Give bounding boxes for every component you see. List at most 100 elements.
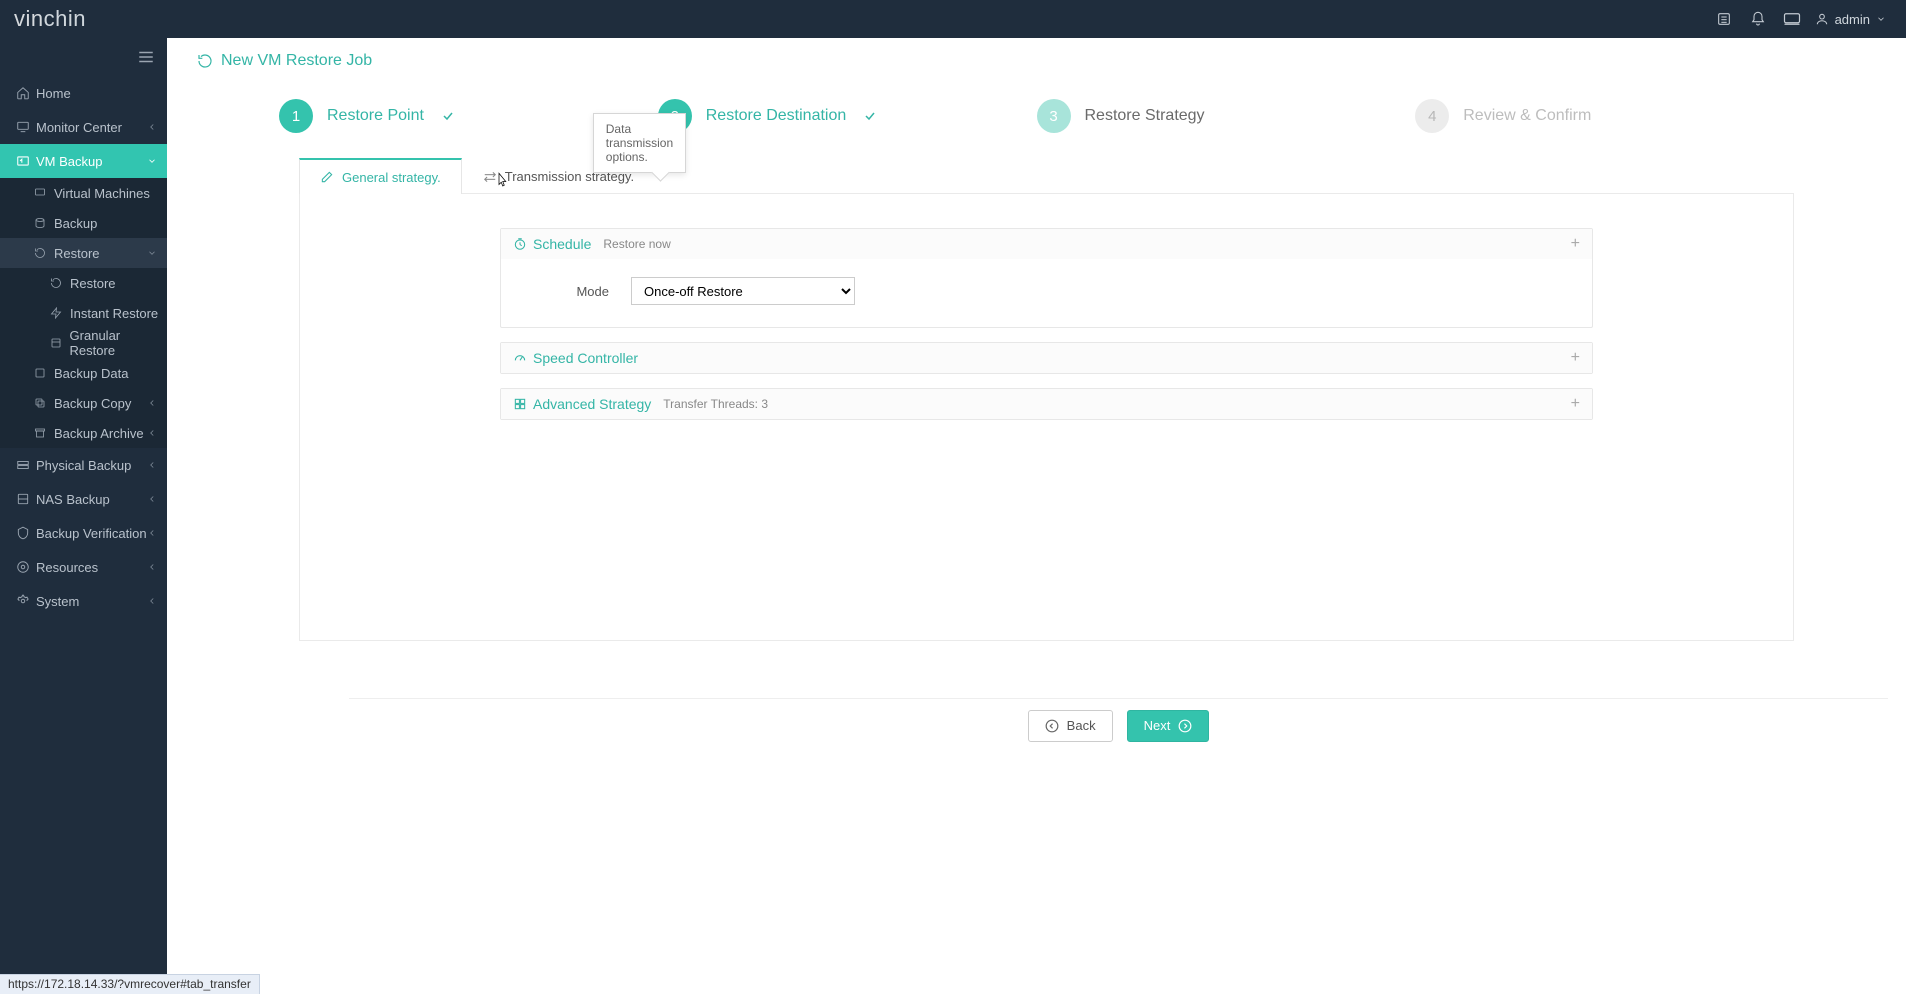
accordion-speed: Speed Controller + [500, 342, 1593, 374]
check-icon [864, 110, 876, 122]
vm-backup-icon [16, 154, 36, 168]
tab-transmission-strategy[interactable]: Transmission strategy. Data transmission… [462, 158, 655, 194]
sidebar-label: NAS Backup [36, 492, 110, 507]
sidebar-item-backup-copy[interactable]: Backup Copy [0, 388, 167, 418]
next-button[interactable]: Next [1127, 710, 1210, 742]
check-icon [442, 110, 454, 122]
step-review-confirm[interactable]: 4 Review & Confirm [1415, 99, 1794, 133]
accordion-schedule-body: Mode Once-off Restore [501, 259, 1592, 327]
sidebar-item-home[interactable]: Home [0, 76, 167, 110]
archive-icon [34, 427, 54, 439]
page-title: New VM Restore Job [221, 52, 372, 70]
strategy-tabs: General strategy. Transmission strategy.… [299, 154, 1794, 194]
accordion-advanced-head[interactable]: Advanced Strategy Transfer Threads: 3 + [501, 389, 1592, 419]
logo-post: chin [44, 6, 86, 31]
sidebar-label: Backup [54, 216, 97, 231]
sidebar-item-granular-restore[interactable]: Granular Restore [0, 328, 167, 358]
sidebar-item-virtual-machines[interactable]: Virtual Machines [0, 178, 167, 208]
user-menu[interactable]: admin [1809, 12, 1892, 27]
step-restore-strategy[interactable]: 3 Restore Strategy [1037, 99, 1416, 133]
sidebar-item-instant-restore[interactable]: Instant Restore [0, 298, 167, 328]
sidebar-item-vm-backup[interactable]: VM Backup [0, 144, 167, 178]
wizard-steps: 1 Restore Point 2 Restore Destination 3 … [279, 84, 1794, 148]
wizard-footer: Back Next [349, 698, 1888, 752]
step-number: 4 [1415, 99, 1449, 133]
edit-icon [320, 170, 334, 184]
strategy-panel: Schedule Restore now + Mode Once-off Res… [299, 193, 1794, 641]
mode-label: Mode [501, 284, 631, 299]
step-restore-destination[interactable]: 2 Restore Destination [658, 99, 1037, 133]
user-name: admin [1835, 12, 1870, 27]
chevron-left-icon [147, 562, 157, 572]
vm-icon [34, 187, 54, 199]
step-number: 1 [279, 99, 313, 133]
back-label: Back [1067, 718, 1096, 733]
instant-icon [50, 307, 70, 319]
chevron-left-icon [147, 528, 157, 538]
sidebar-item-resources[interactable]: Resources [0, 550, 167, 584]
sidebar-item-system[interactable]: System [0, 584, 167, 618]
physical-icon [16, 458, 36, 472]
chevron-left-icon [147, 460, 157, 470]
accordion-subtitle: Restore now [603, 237, 670, 251]
accordion-title: Advanced Strategy [533, 396, 651, 412]
chevron-down-icon [147, 156, 157, 166]
accordion-subtitle: Transfer Threads: 3 [663, 397, 768, 411]
sidebar-item-restore-parent[interactable]: Restore [0, 238, 167, 268]
sidebar-label: Resources [36, 560, 98, 575]
sidebar-label: Instant Restore [70, 306, 158, 321]
sidebar-label: Home [36, 86, 71, 101]
home-icon [16, 86, 36, 100]
accordion-advanced: Advanced Strategy Transfer Threads: 3 + [500, 388, 1593, 420]
sidebar-label: Backup Data [54, 366, 128, 381]
notifications-icon[interactable] [1741, 11, 1775, 27]
arrow-right-icon [1178, 719, 1192, 733]
sidebar-item-backup-archive[interactable]: Backup Archive [0, 418, 167, 448]
status-bar: https://172.18.14.33/?vmrecover#tab_tran… [0, 974, 260, 994]
sidebar-label: Backup Copy [54, 396, 131, 411]
accordion-schedule-head[interactable]: Schedule Restore now + [501, 229, 1592, 259]
status-text: https://172.18.14.33/?vmrecover#tab_tran… [8, 977, 251, 991]
nas-icon [16, 492, 36, 506]
step-label: Restore Point [327, 107, 424, 125]
chevron-left-icon [147, 398, 157, 408]
sidebar-item-backup[interactable]: Backup [0, 208, 167, 238]
step-label: Review & Confirm [1463, 107, 1591, 125]
sidebar-item-nas-backup[interactable]: NAS Backup [0, 482, 167, 516]
granular-icon [50, 337, 70, 349]
sidebar-item-backup-verification[interactable]: Backup Verification [0, 516, 167, 550]
logo: vinchin [14, 6, 86, 32]
plus-icon: + [1571, 395, 1580, 413]
next-label: Next [1144, 718, 1171, 733]
sidebar: Home Monitor Center VM Backup Virtual Ma… [0, 38, 167, 994]
sidebar-item-restore[interactable]: Restore [0, 268, 167, 298]
tooltip-text: Data transmission options. [606, 122, 673, 164]
plus-icon: + [1571, 235, 1580, 253]
topbar: vinchin admin [0, 0, 1906, 38]
chevron-left-icon [147, 494, 157, 504]
chevron-left-icon [147, 428, 157, 438]
sidebar-toggle[interactable] [0, 38, 167, 76]
verify-icon [16, 526, 36, 540]
screens-icon[interactable] [1775, 12, 1809, 26]
accordion-speed-head[interactable]: Speed Controller + [501, 343, 1592, 373]
chevron-left-icon [147, 122, 157, 132]
topbar-list-icon[interactable] [1707, 11, 1741, 27]
system-icon [16, 594, 36, 608]
sidebar-label: Restore [54, 246, 100, 261]
restore-icon [50, 277, 70, 289]
accordion-title: Schedule [533, 236, 591, 252]
back-button[interactable]: Back [1028, 710, 1113, 742]
step-label: Restore Strategy [1085, 107, 1205, 125]
resources-icon [16, 560, 36, 574]
sidebar-label: Granular Restore [70, 328, 167, 358]
main: New VM Restore Job 1 Restore Point 2 Res… [167, 38, 1906, 994]
mode-select[interactable]: Once-off Restore [631, 277, 855, 305]
sidebar-item-physical-backup[interactable]: Physical Backup [0, 448, 167, 482]
tooltip: Data transmission options. [593, 113, 686, 173]
backup-data-icon [34, 367, 54, 379]
grid-icon [513, 397, 527, 411]
sidebar-item-monitor-center[interactable]: Monitor Center [0, 110, 167, 144]
tab-general-strategy[interactable]: General strategy. [299, 158, 462, 194]
sidebar-item-backup-data[interactable]: Backup Data [0, 358, 167, 388]
